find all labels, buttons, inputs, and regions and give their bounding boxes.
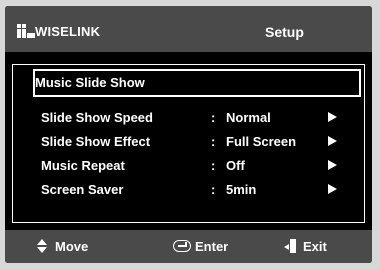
menu-item-colon: : [211, 110, 216, 125]
header-bar: WISELINK Setup [5, 6, 372, 52]
exit-hint: Exit [303, 239, 327, 254]
enter-hint: Enter [195, 239, 229, 254]
footer-bar: Move Enter Exit [5, 230, 372, 263]
selection-highlight [33, 69, 361, 97]
menu-item-value: Normal [226, 110, 271, 125]
menu-area: Music Slide Show Slide Show Speed : Norm… [5, 52, 372, 230]
wiselink-logo: WISELINK [17, 24, 100, 39]
exit-door-icon [284, 239, 298, 253]
enter-icon [173, 240, 191, 252]
menu-item-label: Screen Saver [41, 182, 124, 197]
wiselink-logo-mark-icon [17, 24, 35, 38]
right-triangle-icon [328, 112, 337, 122]
menu-item-colon: : [211, 182, 216, 197]
menu-item-slide-show-effect[interactable]: Slide Show Effect : Full Screen [13, 129, 366, 153]
menu-item-label: Slide Show Effect [41, 134, 151, 149]
move-hint: Move [55, 239, 89, 254]
menu-item-slide-show-speed[interactable]: Slide Show Speed : Normal [13, 105, 366, 129]
setup-panel: WISELINK Setup Music Slide Show Slide Sh… [5, 6, 372, 263]
menu-item-label: Slide Show Speed [41, 110, 153, 125]
menu-item-label: Music Repeat [41, 158, 125, 173]
menu-item-value: Full Screen [226, 134, 297, 149]
menu-item-value: 5min [226, 182, 257, 197]
right-triangle-icon [328, 136, 337, 146]
menu-item-music-repeat[interactable]: Music Repeat : Off [13, 153, 366, 177]
menu-item-screen-saver[interactable]: Screen Saver : 5min [13, 177, 366, 201]
menu-item-colon: : [211, 158, 216, 173]
brand-text: WISELINK [35, 24, 101, 39]
page-title: Setup [265, 24, 304, 40]
right-triangle-icon [328, 160, 337, 170]
tv-screen-frame: WISELINK Setup Music Slide Show Slide Sh… [0, 0, 380, 269]
up-down-arrows-icon [37, 239, 47, 253]
menu-item-colon: : [211, 134, 216, 149]
menu-item-value: Off [226, 158, 245, 173]
right-triangle-icon [328, 184, 337, 194]
